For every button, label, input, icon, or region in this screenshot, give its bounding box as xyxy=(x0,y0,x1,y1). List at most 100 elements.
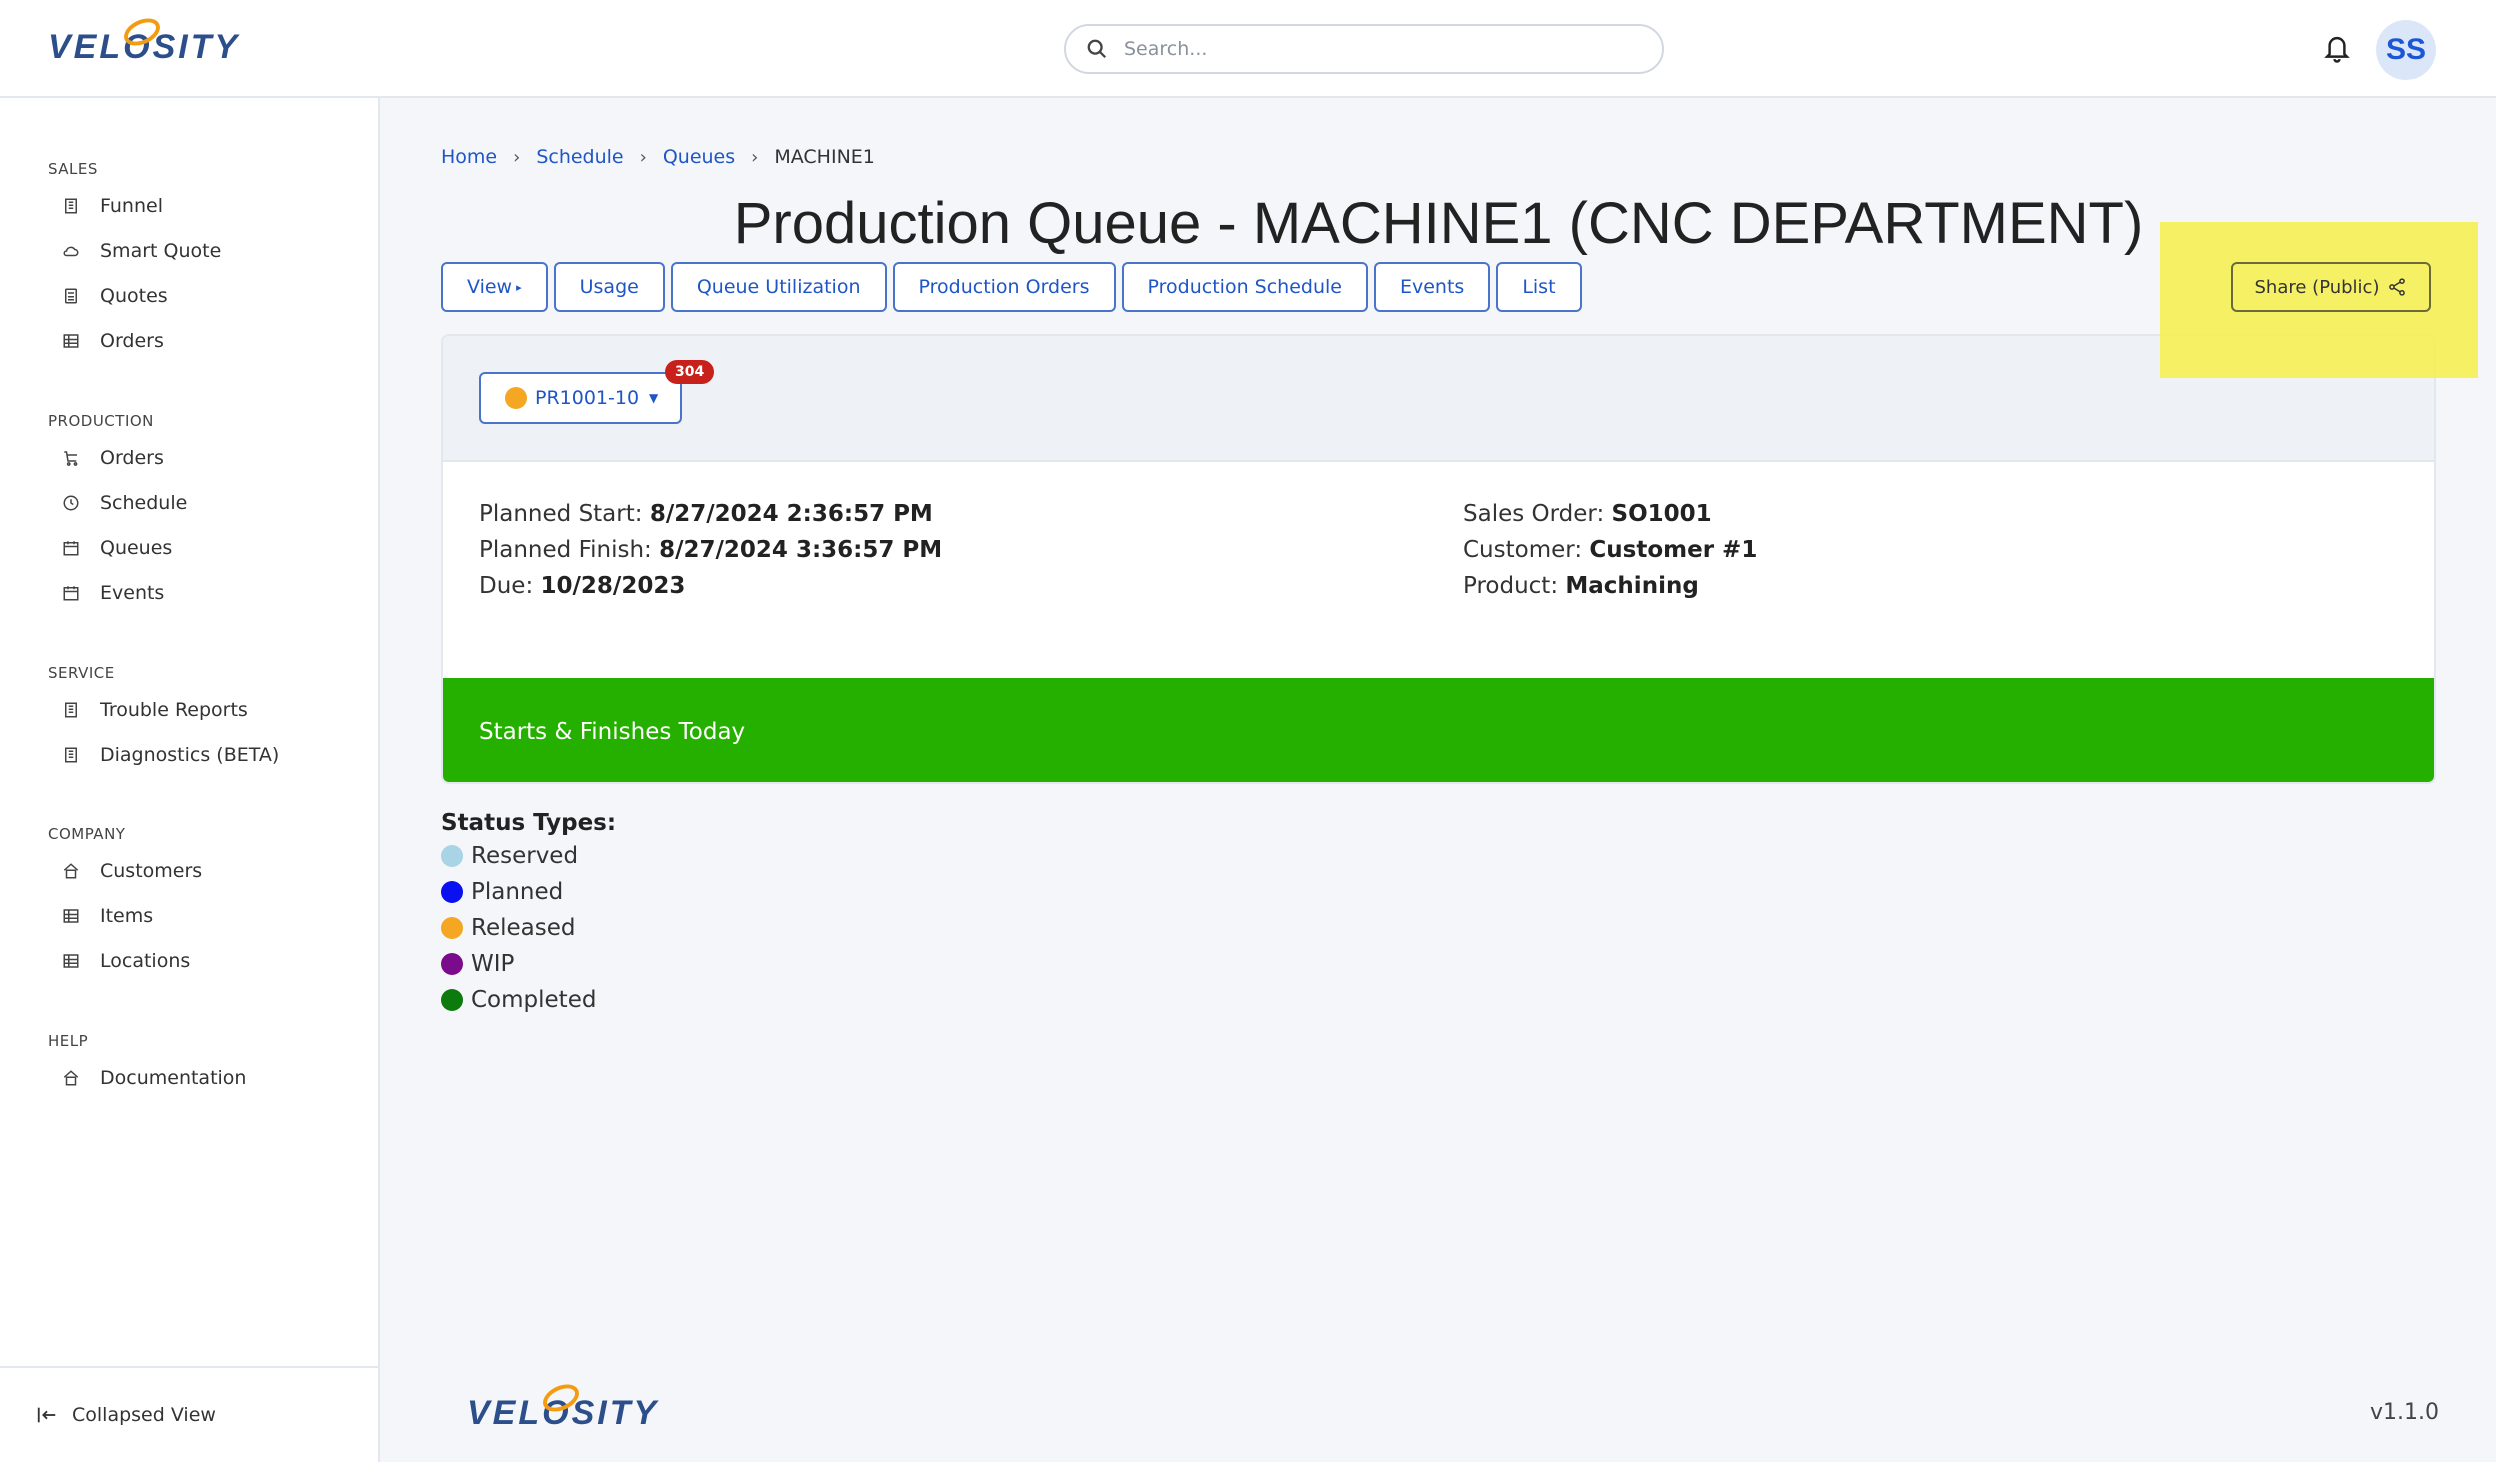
sidebar-section-title: HELP xyxy=(48,1032,89,1050)
product-value: Machining xyxy=(1565,573,1699,599)
customer-value: Customer #1 xyxy=(1589,537,1758,563)
sidebar-item-production-orders[interactable]: Orders xyxy=(60,440,360,476)
top-bar: VELOSITY SS xyxy=(0,0,2496,98)
order-schedule-details: Planned Start: 8/27/2024 2:36:57 PM Plan… xyxy=(479,496,942,604)
legend-item-label: Completed xyxy=(471,987,597,1013)
legend-item-released: Released xyxy=(441,910,616,946)
order-dropdown-button[interactable]: PR1001-10 ▼ xyxy=(479,372,682,424)
caret-down-icon: ▼ xyxy=(649,391,659,405)
sales-order-value: SO1001 xyxy=(1611,501,1712,527)
legend-item-label: WIP xyxy=(471,951,515,977)
search-box[interactable] xyxy=(1064,24,1664,74)
sidebar-section-title: SALES xyxy=(48,160,98,178)
sidebar-item-service-diagnostics-beta[interactable]: Diagnostics (BETA) xyxy=(60,737,360,773)
planned-start-value: 8/27/2024 2:36:57 PM xyxy=(649,501,933,527)
order-card: PR1001-10 ▼ 304 Planned Start: 8/27/2024… xyxy=(441,334,2436,784)
planned-finish-row: Planned Finish: 8/27/2024 3:36:57 PM xyxy=(479,532,942,568)
search-input[interactable] xyxy=(1124,38,1644,60)
sidebar-section-title: COMPANY xyxy=(48,825,126,843)
sidebar-item-label: Orders xyxy=(100,330,164,352)
share-public-button[interactable]: Share (Public) xyxy=(2231,262,2431,312)
legend-item-reserved: Reserved xyxy=(441,838,616,874)
sidebar-item-label: Items xyxy=(100,905,154,927)
legend-item-planned: Planned xyxy=(441,874,616,910)
planned-start-row: Planned Start: 8/27/2024 2:36:57 PM xyxy=(479,496,942,532)
product-row: Product: Machining xyxy=(1463,568,1757,604)
page-title: Production Queue - MACHINE1 (CNC DEPARTM… xyxy=(733,191,2144,256)
chevron-right-icon: › xyxy=(513,146,521,168)
legend-item-label: Released xyxy=(471,915,576,941)
home-icon xyxy=(60,860,82,882)
footer-logo-text-end: SITY xyxy=(571,1394,660,1432)
collapsed-view-label: Collapsed View xyxy=(72,1404,216,1426)
planned-finish-value: 8/27/2024 3:36:57 PM xyxy=(659,537,943,563)
clock-icon xyxy=(60,492,82,514)
sidebar-item-label: Smart Quote xyxy=(100,240,222,262)
logo-text-start: VEL xyxy=(48,28,124,66)
status-color-dot xyxy=(441,845,463,867)
building-icon xyxy=(60,699,82,721)
home-icon xyxy=(60,1067,82,1089)
tab-usage[interactable]: Usage xyxy=(553,262,665,312)
user-avatar[interactable]: SS xyxy=(2376,20,2436,80)
sidebar-item-label: Schedule xyxy=(100,492,188,514)
tab-production-schedule[interactable]: Production Schedule xyxy=(1121,262,1368,312)
breadcrumb-queues[interactable]: Queues xyxy=(663,146,735,168)
status-color-dot xyxy=(441,953,463,975)
sidebar-item-company-locations[interactable]: Locations xyxy=(60,943,360,979)
order-count-badge: 304 xyxy=(665,360,715,384)
due-value: 10/28/2023 xyxy=(540,573,686,599)
sidebar-item-company-customers[interactable]: Customers xyxy=(60,853,360,889)
order-status-bar: Starts & Finishes Today xyxy=(443,678,2434,782)
sidebar-item-label: Diagnostics (BETA) xyxy=(100,744,280,766)
tab-queue-utilization[interactable]: Queue Utilization xyxy=(670,262,887,312)
sales-order-label: Sales Order: xyxy=(1463,501,1605,527)
tab-list[interactable]: List xyxy=(1496,262,1582,312)
cloud-icon xyxy=(60,240,82,262)
breadcrumb-schedule[interactable]: Schedule xyxy=(536,146,623,168)
sidebar-item-label: Events xyxy=(100,582,165,604)
sidebar-item-production-events[interactable]: Events xyxy=(60,575,360,611)
sidebar-item-label: Quotes xyxy=(100,285,168,307)
sidebar-item-label: Trouble Reports xyxy=(100,699,248,721)
sidebar-item-sales-orders[interactable]: Orders xyxy=(60,323,360,359)
sidebar-item-company-items[interactable]: Items xyxy=(60,898,360,934)
velosity-logo[interactable]: VEL O SITY xyxy=(48,28,240,67)
sidebar-item-production-schedule[interactable]: Schedule xyxy=(60,485,360,521)
calendar-icon xyxy=(60,582,82,604)
status-color-dot xyxy=(441,881,463,903)
planned-finish-label: Planned Finish: xyxy=(479,537,652,563)
order-id: PR1001-10 xyxy=(535,387,640,409)
share-icon xyxy=(2389,278,2406,296)
grid-icon xyxy=(60,330,82,352)
customer-row: Customer: Customer #1 xyxy=(1463,532,1757,568)
tab-production-orders[interactable]: Production Orders xyxy=(892,262,1116,312)
sidebar-section-title: SERVICE xyxy=(48,664,115,682)
legend-item-wip: WIP xyxy=(441,946,616,982)
due-label: Due: xyxy=(479,573,534,599)
sidebar-item-production-queues[interactable]: Queues xyxy=(60,530,360,566)
breadcrumb-home[interactable]: Home xyxy=(441,146,497,168)
logo-text-end: SITY xyxy=(152,28,241,66)
bell-icon[interactable] xyxy=(2322,32,2352,64)
sidebar-item-sales-funnel[interactable]: Funnel xyxy=(60,188,360,224)
tab-view[interactable]: View ▸ xyxy=(441,262,548,312)
product-label: Product: xyxy=(1463,573,1559,599)
planned-start-label: Planned Start: xyxy=(479,501,643,527)
view-tabs: View ▸ Usage Queue Utilization Production… xyxy=(441,262,1588,312)
chevron-right-icon: › xyxy=(639,146,647,168)
sidebar-item-service-trouble-reports[interactable]: Trouble Reports xyxy=(60,692,360,728)
sidebar-item-sales-quotes[interactable]: Quotes xyxy=(60,278,360,314)
building-icon xyxy=(60,195,82,217)
calendar-icon xyxy=(60,537,82,559)
sidebar-item-sales-smart-quote[interactable]: Smart Quote xyxy=(60,233,360,269)
sidebar-item-label: Queues xyxy=(100,537,173,559)
customer-label: Customer: xyxy=(1463,537,1583,563)
legend-item-completed: Completed xyxy=(441,982,616,1018)
collapsed-view-button[interactable]: Collapsed View xyxy=(0,1366,380,1462)
search-icon xyxy=(1087,39,1107,59)
sidebar-item-help-documentation[interactable]: Documentation xyxy=(60,1060,360,1096)
order-info-details: Sales Order: SO1001 Customer: Customer #… xyxy=(1463,496,1757,604)
legend-item-label: Reserved xyxy=(471,843,579,869)
tab-events[interactable]: Events xyxy=(1373,262,1491,312)
